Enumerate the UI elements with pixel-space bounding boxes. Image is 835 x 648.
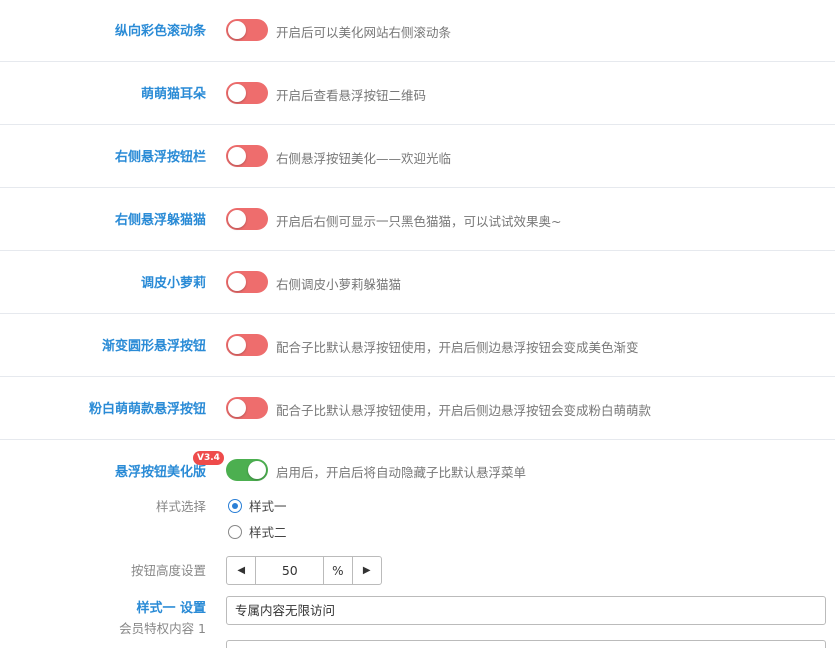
setting-label: 纵向彩色滚动条 [114,24,206,39]
setting-description: 开启后可以美化网站右侧滚动条 [276,25,452,40]
float-beauty-description: 启用后，开启后将自动隐藏子比默认悬浮菜单 [276,465,527,480]
toggle-switch[interactable] [226,208,268,230]
radio-label: 样式二 [249,525,287,540]
toggle-switch[interactable] [226,271,268,293]
triangle-left-icon: ◀ [237,565,246,576]
setting-row-cat-ears: 萌萌猫耳朵 开启后查看悬浮按钮二维码 [0,62,835,125]
vip-content-label: 会员特权内容 1 [119,621,206,636]
style-one-settings-label: 样式一 设置 [136,601,206,616]
setting-description: 右侧悬浮按钮美化——欢迎光临 [276,151,452,166]
setting-label: 粉白萌萌款悬浮按钮 [88,402,206,417]
setting-row-scrollbar: 纵向彩色滚动条 开启后可以美化网站右侧滚动条 [0,0,835,62]
style-select-label: 样式选择 [155,499,206,514]
height-label: 按钮高度设置 [130,563,206,578]
setting-row-right-float-bar: 右侧悬浮按钮栏 右侧悬浮按钮美化——欢迎光临 [0,125,835,188]
toggle-knob [248,461,266,479]
triangle-right-icon: ▶ [362,565,371,576]
setting-description: 开启后右侧可显示一只黑色猫猫，可以试试效果奥~ [276,214,562,229]
decrement-button[interactable]: ◀ [227,557,255,584]
setting-description: 右侧调皮小萝莉躲猫猫 [276,277,402,292]
setting-row-pink-button: 粉白萌萌款悬浮按钮 配合子比默认悬浮按钮使用，开启后侧边悬浮按钮会变成粉白萌萌款 [0,377,835,440]
radio-unchecked-icon [228,524,242,539]
height-value-input[interactable]: 50 [255,557,325,584]
height-stepper: ◀ 50 % ▶ [226,556,382,585]
toggle-knob [228,273,246,291]
toggle-switch[interactable] [226,145,268,167]
toggle-switch[interactable] [226,19,268,41]
increment-button[interactable]: ▶ [353,557,381,584]
float-beauty-label: 悬浮按钮美化版 [114,465,206,480]
toggle-knob [228,336,246,354]
toggle-knob [228,210,246,228]
version-badge: V3.4 [193,451,224,465]
setting-label: 右侧悬浮躲猫猫 [114,213,206,228]
radio-style-two[interactable]: 样式二 [228,522,287,541]
setting-label: 调皮小萝莉 [140,276,206,291]
next-input-edge[interactable] [226,640,826,648]
toggle-knob [228,147,246,165]
toggle-knob [228,84,246,102]
radio-style-one[interactable]: 样式一 [228,496,287,515]
setting-description: 配合子比默认悬浮按钮使用，开启后侧边悬浮按钮会变成粉白萌萌款 [276,403,652,418]
setting-description: 配合子比默认悬浮按钮使用，开启后侧边悬浮按钮会变成美色渐变 [276,340,639,355]
radio-checked-icon [228,498,242,513]
setting-row-hide-cat: 右侧悬浮躲猫猫 开启后右侧可显示一只黑色猫猫，可以试试效果奥~ [0,188,835,251]
vip-content-input[interactable]: 专属内容无限访问 [226,596,826,625]
toggle-switch[interactable] [226,82,268,104]
toggle-switch[interactable] [226,334,268,356]
toggle-knob [228,21,246,39]
setting-label: 右侧悬浮按钮栏 [114,150,206,165]
toggle-knob [228,399,246,417]
radio-label: 样式一 [249,499,287,514]
setting-label: 渐变圆形悬浮按钮 [101,339,206,354]
setting-row-naughty-girl: 调皮小萝莉 右侧调皮小萝莉躲猫猫 [0,251,835,314]
float-beauty-toggle[interactable] [226,459,268,481]
setting-label: 萌萌猫耳朵 [140,87,206,102]
height-unit: % [324,557,353,584]
setting-row-gradient-button: 渐变圆形悬浮按钮 配合子比默认悬浮按钮使用，开启后侧边悬浮按钮会变成美色渐变 [0,314,835,377]
toggle-switch[interactable] [226,397,268,419]
setting-description: 开启后查看悬浮按钮二维码 [276,88,427,103]
